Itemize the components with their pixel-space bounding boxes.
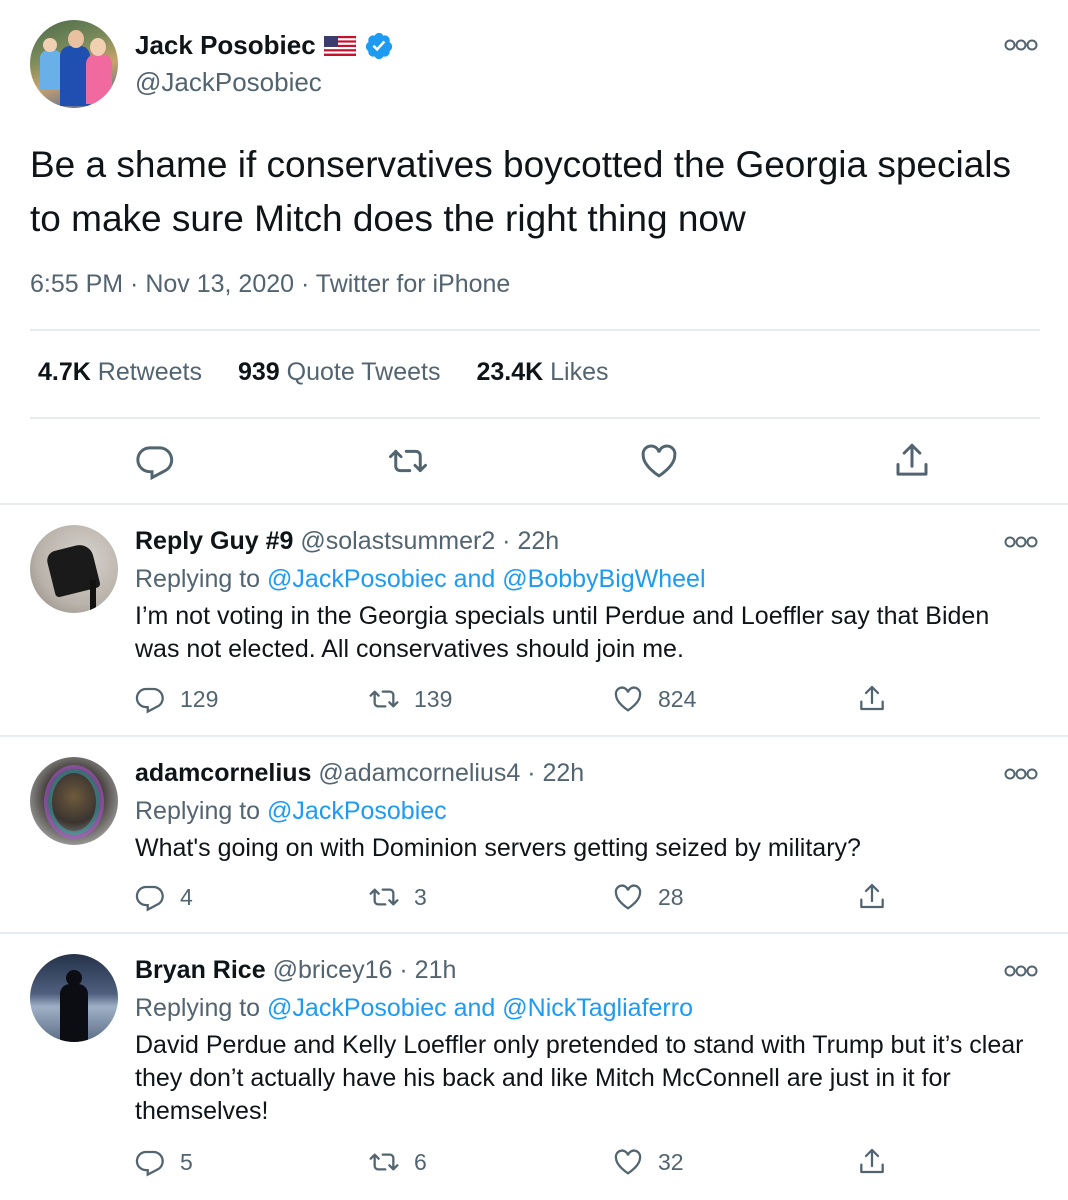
retweet-count: 3 — [414, 883, 427, 910]
display-name[interactable]: Reply Guy #9 — [135, 527, 293, 555]
more-icon[interactable] — [1004, 535, 1038, 549]
avatar[interactable] — [30, 20, 118, 108]
reply-button[interactable]: 129 — [134, 683, 218, 715]
reply-count: 5 — [180, 1148, 193, 1175]
handle-time[interactable]: @bricey16 · 21h — [273, 956, 457, 984]
tweet-actions: 4 3 28 — [0, 881, 1068, 917]
more-icon[interactable] — [1004, 767, 1038, 781]
retweet-count: 6 — [414, 1148, 427, 1175]
retweets-stat[interactable]: 4.7K Retweets — [38, 358, 202, 387]
tweet-text: I’m not voting in the Georgia specials u… — [135, 602, 990, 663]
handle-time[interactable]: @solastsummer2 · 22h — [300, 527, 559, 555]
like-icon — [614, 1149, 642, 1175]
share-button[interactable] — [856, 1146, 888, 1178]
us-flag-icon — [323, 35, 356, 56]
author-name[interactable]: Jack Posobiec — [135, 30, 394, 61]
like-icon[interactable] — [638, 440, 680, 482]
like-icon — [614, 884, 642, 910]
like-count: 32 — [658, 1148, 684, 1175]
retweet-icon — [369, 888, 399, 906]
retweet-icon — [369, 1153, 399, 1171]
like-button[interactable]: 28 — [612, 881, 684, 913]
share-button[interactable] — [856, 881, 888, 913]
display-name[interactable]: Jack Posobiec — [135, 30, 316, 61]
retweet-button[interactable]: 139 — [368, 683, 452, 715]
like-count: 28 — [658, 883, 684, 910]
like-button[interactable]: 824 — [612, 683, 696, 715]
tweet-actions — [0, 440, 1068, 488]
mention-link[interactable]: @JackPosobiec and @BobbyBigWheel — [267, 565, 706, 593]
author-handle[interactable]: @JackPosobiec — [135, 67, 322, 98]
reply-button[interactable]: 5 — [134, 1146, 193, 1178]
retweet-icon[interactable] — [387, 440, 429, 482]
divider — [30, 417, 1040, 419]
avatar[interactable] — [30, 757, 118, 845]
divider — [30, 329, 1040, 331]
tweet-text: What's going on with Dominion servers ge… — [135, 834, 861, 862]
tweet-timestamp[interactable]: 6:55 PM · Nov 13, 2020 · Twitter for iPh… — [30, 270, 510, 299]
replying-to: Replying to @JackPosobiec — [135, 797, 447, 825]
more-icon[interactable] — [1004, 38, 1038, 52]
tweet-actions: 5 6 32 — [0, 1146, 1068, 1182]
reply-count: 4 — [180, 883, 193, 910]
likes-stat[interactable]: 23.4K Likes — [476, 358, 608, 387]
avatar[interactable] — [30, 954, 118, 1042]
share-button[interactable] — [856, 683, 888, 715]
reply-icon — [135, 1150, 164, 1177]
handle-time[interactable]: @adamcornelius4 · 22h — [318, 759, 584, 787]
retweet-icon — [369, 690, 399, 708]
verified-badge-icon — [365, 32, 392, 59]
mention-link[interactable]: @JackPosobiec — [267, 797, 447, 825]
reply-icon[interactable] — [134, 440, 176, 482]
avatar[interactable] — [30, 525, 118, 613]
tweet-stats: 4.7K Retweets 939 Quote Tweets 23.4K Lik… — [38, 358, 609, 387]
like-icon — [614, 686, 642, 712]
like-button[interactable]: 32 — [612, 1146, 684, 1178]
share-icon — [860, 883, 884, 909]
tweet-text: Be a shame if conservatives boycotted th… — [30, 144, 1012, 239]
retweet-button[interactable]: 6 — [368, 1146, 427, 1178]
reply-tweet[interactable]: Bryan Rice @bricey16 · 21h Replying to @… — [0, 934, 1068, 1200]
display-name[interactable]: adamcornelius — [135, 759, 311, 787]
reply-tweet[interactable]: Reply Guy #9 @solastsummer2 · 22h Replyi… — [0, 505, 1068, 737]
reply-icon — [135, 885, 164, 912]
retweet-button[interactable]: 3 — [368, 881, 427, 913]
share-icon[interactable] — [891, 440, 933, 482]
reply-header: Reply Guy #9 @solastsummer2 · 22h — [135, 527, 559, 556]
main-tweet: Jack Posobiec @JackPosobiec Be a shame i… — [0, 0, 1068, 505]
replying-to: Replying to @JackPosobiec and @BobbyBigW… — [135, 565, 706, 593]
replying-to: Replying to @JackPosobiec and @NickTagli… — [135, 994, 693, 1022]
reply-header: adamcornelius @adamcornelius4 · 22h — [135, 759, 584, 788]
reply-header: Bryan Rice @bricey16 · 21h — [135, 956, 456, 985]
like-count: 824 — [658, 685, 697, 712]
reply-button[interactable]: 4 — [134, 881, 193, 913]
tweet-text: David Perdue and Kelly Loeffler only pre… — [135, 1031, 1024, 1125]
mention-link[interactable]: @JackPosobiec and @NickTagliaferro — [267, 994, 693, 1022]
retweet-count: 139 — [414, 685, 453, 712]
reply-count: 129 — [180, 685, 219, 712]
display-name[interactable]: Bryan Rice — [135, 956, 266, 984]
share-icon — [860, 685, 884, 711]
tweet-actions: 129 139 824 — [0, 683, 1068, 719]
reply-tweet[interactable]: adamcornelius @adamcornelius4 · 22h Repl… — [0, 737, 1068, 934]
share-icon — [860, 1148, 884, 1174]
quote-tweets-stat[interactable]: 939 Quote Tweets — [238, 358, 440, 387]
more-icon[interactable] — [1004, 964, 1038, 978]
reply-icon — [135, 687, 164, 714]
